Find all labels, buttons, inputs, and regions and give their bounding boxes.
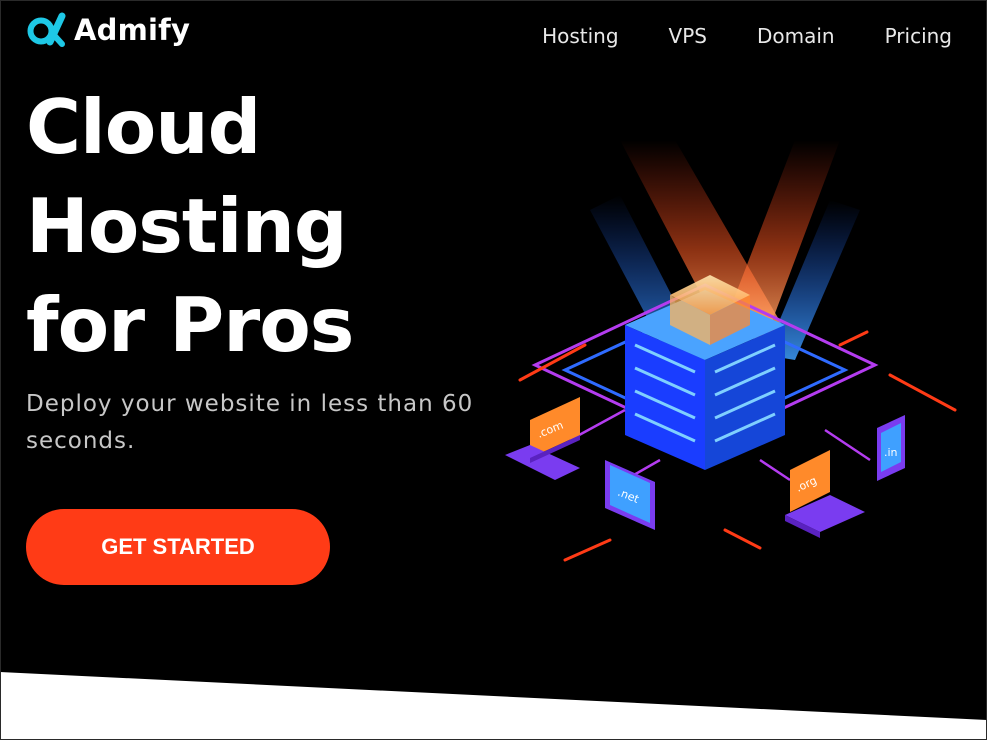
bottom-wave-divider xyxy=(0,672,987,740)
nav-domain[interactable]: Domain xyxy=(757,24,835,48)
hero-title: Cloud Hosting for Pros xyxy=(26,78,354,375)
main-nav: Hosting VPS Domain Pricing xyxy=(542,24,952,48)
hero-title-line: Cloud xyxy=(26,83,261,171)
tablet-net: .net xyxy=(605,460,655,530)
brand-logo[interactable]: Admify xyxy=(26,12,190,48)
hero-title-line: Hosting xyxy=(26,182,348,270)
brand-name: Admify xyxy=(74,13,191,47)
domain-label: .in xyxy=(884,446,898,459)
nav-pricing[interactable]: Pricing xyxy=(885,24,952,48)
phone-in: .in xyxy=(877,415,905,481)
logo-mark-icon xyxy=(27,12,66,47)
nav-hosting[interactable]: Hosting xyxy=(542,24,618,48)
get-started-button[interactable]: GET STARTED xyxy=(26,509,330,585)
hero-subtitle: Deploy your website in less than 60 seco… xyxy=(26,391,474,454)
cloud-server-illustration: .com .net .org .in xyxy=(505,140,957,562)
nav-vps[interactable]: VPS xyxy=(669,24,707,48)
laptop-com: .com xyxy=(505,397,580,480)
laptop-org: .org xyxy=(785,450,865,538)
hero-title-line: for Pros xyxy=(26,281,354,369)
